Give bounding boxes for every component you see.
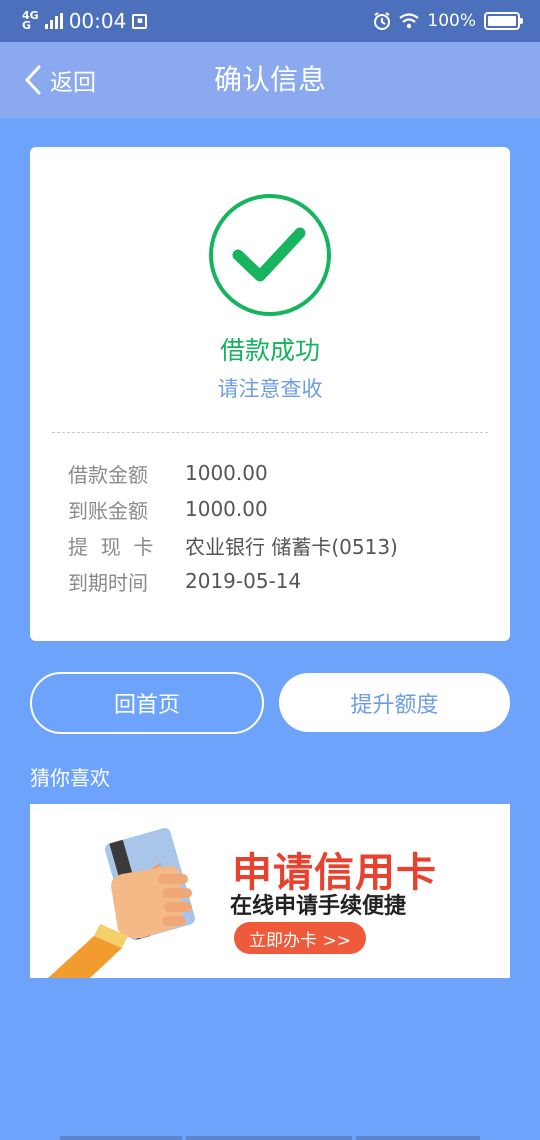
battery-level	[488, 16, 516, 26]
credit-card-banner[interactable]: VISA 申请信用卡 在线申请手续便捷 立即办卡 >>	[30, 804, 510, 978]
info-row-received-amount: 到账金额 1000.00	[68, 494, 268, 524]
info-row-withdraw-card: 提 现 卡 农业银行 储蓄卡(0513)	[68, 530, 398, 560]
dashed-divider	[52, 432, 488, 433]
info-label: 借款金额	[68, 462, 148, 487]
wifi-icon	[399, 13, 420, 29]
info-value: 1000.00	[185, 497, 268, 521]
alarm-clock-icon	[374, 12, 391, 30]
hand-holding-card-illustration: VISA	[48, 827, 196, 978]
info-value: 2019-05-14	[185, 569, 302, 593]
info-row-loan-amount: 借款金额 1000.00	[68, 458, 268, 488]
home-button[interactable]: 回首页	[30, 672, 264, 734]
info-label: 到账金额	[68, 498, 148, 523]
indicator-segment	[186, 1136, 352, 1140]
back-button[interactable]: 返回	[24, 42, 96, 118]
status-right: 100%	[373, 8, 523, 34]
chevron-left-icon	[25, 65, 41, 95]
back-label: 返回	[50, 70, 96, 96]
success-title: 借款成功	[219, 336, 320, 365]
status-bar: 4G G 00:04 ▪ 100%	[0, 0, 540, 42]
apply-card-button[interactable]: 立即办卡 >>	[234, 922, 366, 954]
info-label: 到期时间	[68, 570, 148, 595]
nav-bar: 返回 确认信息	[0, 42, 540, 118]
battery-icon	[484, 12, 523, 30]
indicator-segment	[60, 1136, 182, 1140]
info-label: 提 现 卡	[68, 534, 154, 559]
signal-icon: 4G G	[22, 10, 39, 32]
status-left: 4G G 00:04 ▪	[22, 8, 148, 34]
success-subtitle: 请注意查收	[217, 377, 323, 401]
indicator-segment	[356, 1136, 480, 1140]
raise-limit-button[interactable]: 提升额度	[279, 673, 510, 732]
sim-card-icon: ▪	[132, 13, 148, 29]
network-type-g: G	[22, 19, 32, 32]
info-value: 1000.00	[185, 461, 268, 485]
info-row-due-date: 到期时间 2019-05-14	[68, 566, 301, 596]
recommend-heading: 猜你喜欢	[30, 766, 110, 790]
info-value: 农业银行 储蓄卡(0513)	[185, 534, 398, 559]
battery-percent: 100%	[427, 11, 476, 31]
signal-bars-icon	[44, 13, 63, 29]
bottom-indicator	[0, 1136, 540, 1140]
status-time: 00:04	[68, 9, 127, 33]
success-check-icon	[209, 194, 331, 316]
banner-subtitle: 在线申请手续便捷	[230, 894, 407, 919]
result-card: 借款成功 请注意查收 借款金额 1000.00 到账金额 1000.00 提 现…	[30, 147, 510, 641]
